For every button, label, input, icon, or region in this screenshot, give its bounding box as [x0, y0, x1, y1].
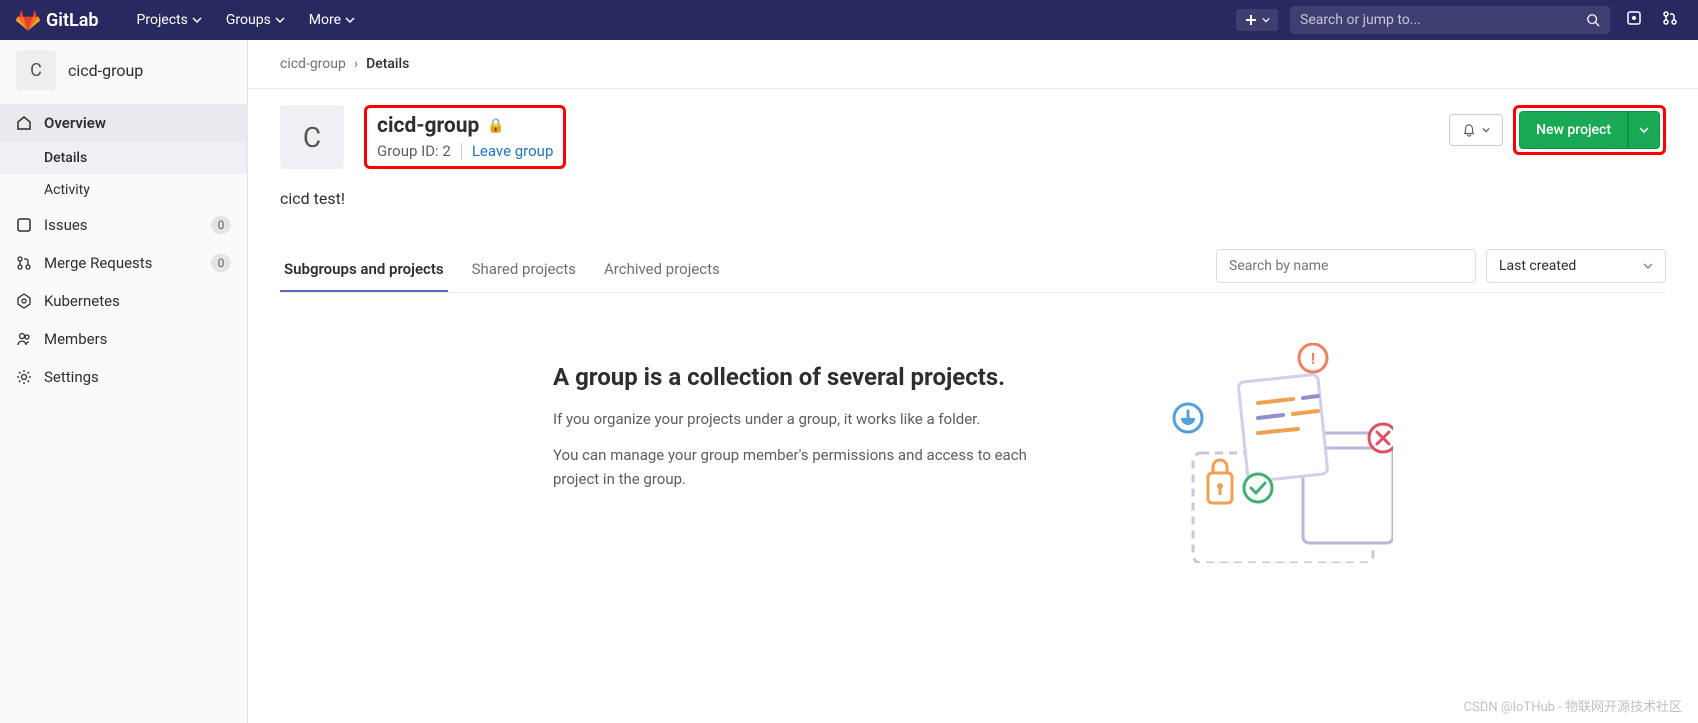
new-project-dropdown[interactable] [1628, 111, 1660, 149]
svg-text:!: ! [1311, 349, 1315, 368]
create-new-button[interactable] [1236, 9, 1278, 31]
brand-text: GitLab [46, 10, 99, 31]
issues-icon [16, 217, 32, 233]
nav-menu: Projects Groups More [127, 6, 366, 34]
mr-count-badge: 0 [211, 254, 231, 272]
bell-icon [1462, 123, 1476, 137]
chevron-down-icon [345, 15, 355, 25]
chevron-down-icon [1262, 16, 1270, 24]
empty-paragraph-1: If you organize your projects under a gr… [553, 407, 1033, 431]
divider [461, 143, 462, 159]
breadcrumb-separator: › [354, 56, 358, 72]
breadcrumb-parent[interactable]: cicd-group [280, 56, 346, 72]
tabs-row: Subgroups and projects Shared projects A… [280, 248, 1666, 293]
home-icon [16, 115, 32, 131]
chevron-down-icon [1643, 261, 1653, 271]
main-content: cicd-group › Details C cicd-group 🔒 Grou… [248, 40, 1698, 723]
group-meta: Group ID: 2 Leave group [377, 142, 553, 160]
empty-state-illustration: ! [1073, 343, 1393, 543]
group-id-label: Group ID: 2 [377, 142, 451, 160]
sidebar-item-settings[interactable]: Settings [0, 358, 247, 396]
global-search[interactable]: Search or jump to... [1290, 6, 1610, 34]
header-actions: New project [1449, 105, 1666, 155]
group-name-heading: cicd-group 🔒 [377, 114, 553, 138]
group-info-highlighted: cicd-group 🔒 Group ID: 2 Leave group [364, 105, 566, 169]
sidebar-sub-activity[interactable]: Activity [0, 174, 247, 206]
chevron-down-icon [192, 15, 202, 25]
chevron-down-icon [1482, 126, 1490, 134]
nav-groups[interactable]: Groups [216, 6, 295, 34]
tab-shared-projects[interactable]: Shared projects [468, 248, 580, 292]
members-icon [16, 331, 32, 347]
tabs: Subgroups and projects Shared projects A… [280, 248, 724, 292]
new-project-button[interactable]: New project [1519, 111, 1628, 149]
empty-state: A group is a collection of several proje… [280, 293, 1666, 593]
group-avatar-large: C [280, 105, 344, 169]
issues-shortcut-icon[interactable] [1622, 6, 1646, 34]
empty-state-text: A group is a collection of several proje… [553, 343, 1033, 503]
top-navbar: GitLab Projects Groups More Search or ju… [0, 0, 1698, 40]
group-header: C cicd-group 🔒 Group ID: 2 Leave group [280, 105, 1666, 169]
sidebar-sub-details[interactable]: Details [0, 142, 247, 174]
issues-count-badge: 0 [211, 216, 231, 234]
leave-group-link[interactable]: Leave group [472, 142, 554, 160]
tab-subgroups-projects[interactable]: Subgroups and projects [280, 248, 448, 292]
sidebar-item-issues[interactable]: Issues 0 [0, 206, 247, 244]
merge-icon [16, 255, 32, 271]
tab-archived-projects[interactable]: Archived projects [600, 248, 724, 292]
empty-paragraph-2: You can manage your group member's permi… [553, 443, 1033, 491]
notifications-button[interactable] [1449, 114, 1503, 146]
gitlab-logo[interactable]: GitLab [16, 8, 99, 32]
navbar-right: Search or jump to... [1236, 6, 1682, 34]
sidebar-header[interactable]: C cicd-group [0, 40, 247, 100]
empty-heading: A group is a collection of several proje… [553, 363, 1033, 391]
sort-select[interactable]: Last created [1486, 249, 1666, 283]
breadcrumb-current: Details [366, 56, 409, 72]
filter-search-input[interactable] [1216, 249, 1476, 283]
nav-more[interactable]: More [299, 6, 365, 34]
sidebar-item-kubernetes[interactable]: Kubernetes [0, 282, 247, 320]
search-placeholder: Search or jump to... [1300, 12, 1421, 28]
group-name: cicd-group [377, 114, 479, 138]
sidebar-nav: Overview Details Activity Issues 0 Merge… [0, 100, 247, 400]
filter-row: Last created [1216, 249, 1666, 291]
watermark: CSDN @IoTHub - 物联网开源技术社区 [1464, 696, 1682, 715]
sidebar-item-overview[interactable]: Overview [0, 104, 247, 142]
chevron-down-icon [1639, 125, 1649, 135]
search-icon [1586, 13, 1600, 27]
new-project-button-group: New project [1519, 111, 1660, 149]
kubernetes-icon [16, 293, 32, 309]
sidebar-item-merge-requests[interactable]: Merge Requests 0 [0, 244, 247, 282]
sidebar: C cicd-group Overview Details Activity I… [0, 40, 248, 723]
nav-projects[interactable]: Projects [127, 6, 212, 34]
lock-icon: 🔒 [487, 118, 504, 134]
group-description: cicd test! [280, 189, 1666, 208]
navbar-left: GitLab Projects Groups More [16, 6, 365, 34]
breadcrumb: cicd-group › Details [248, 40, 1698, 89]
plus-icon [1244, 13, 1258, 27]
sidebar-item-members[interactable]: Members [0, 320, 247, 358]
group-avatar-small: C [16, 50, 56, 90]
sidebar-group-name: cicd-group [68, 61, 143, 80]
merge-requests-shortcut-icon[interactable] [1658, 6, 1682, 34]
gear-icon [16, 369, 32, 385]
chevron-down-icon [275, 15, 285, 25]
gitlab-icon [16, 8, 40, 32]
